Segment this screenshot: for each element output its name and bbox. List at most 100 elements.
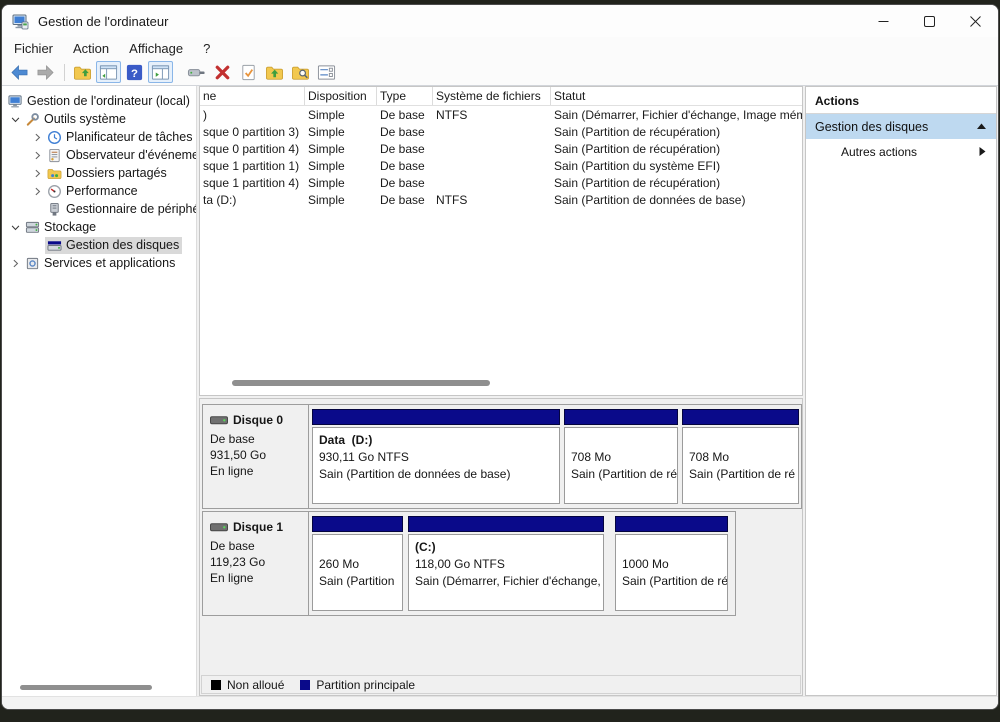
tree-item-content: Performance	[45, 183, 141, 200]
partition-color-bar	[312, 516, 403, 532]
expander-right-icon[interactable]	[30, 148, 45, 163]
scrollbar-thumb[interactable]	[20, 685, 152, 690]
folder-up-button[interactable]	[262, 61, 287, 83]
partition-block[interactable]: 260 MoSain (Partition	[312, 516, 403, 611]
column-header-2[interactable]: Disposition	[305, 87, 377, 105]
svg-text:?: ?	[131, 67, 138, 79]
partition-color-bar	[564, 409, 678, 425]
tree-item-content: Services et applications	[23, 255, 178, 272]
partition-status: Sain (Partition	[319, 573, 396, 590]
submenu-arrow-icon	[978, 146, 987, 157]
column-header-5[interactable]: Statut	[551, 87, 802, 105]
menu-item-fichier[interactable]: Fichier	[4, 39, 63, 58]
volume-cell: Simple	[305, 142, 377, 156]
rescan-disks-button[interactable]	[184, 61, 209, 83]
partition-block[interactable]: (C:)118,00 Go NTFSSain (Démarrer, Fichie…	[408, 516, 604, 611]
maximize-button[interactable]	[906, 5, 952, 37]
menu-item-affichage[interactable]: Affichage	[119, 39, 193, 58]
properties-check-button[interactable]	[236, 61, 261, 83]
tree-item-label: Observateur d'événeme	[62, 148, 197, 162]
sidebar-item-planificateur-de-t-ches[interactable]: Planificateur de tâches	[2, 128, 196, 146]
console-tree-button[interactable]	[96, 61, 121, 83]
fields-button[interactable]	[314, 61, 339, 83]
partition-block[interactable]: Data (D:)930,11 Go NTFSSain (Partition d…	[312, 409, 560, 504]
partition-block[interactable]: 708 MoSain (Partition de ré	[682, 409, 799, 504]
column-header-3[interactable]: Type	[377, 87, 433, 105]
volume-cell: Simple	[305, 108, 377, 122]
disk-status: En ligne	[210, 570, 302, 586]
expander-right-icon[interactable]	[30, 166, 45, 181]
menu-item-action[interactable]: Action	[63, 39, 119, 58]
tree-item-content: Gestionnaire de périphé	[45, 201, 197, 218]
disk-drive-icon	[210, 416, 228, 425]
partition-color-bar	[615, 516, 728, 532]
action-pane-button[interactable]	[148, 61, 173, 83]
sidebar-item-gestionnaire-de-p-riph[interactable]: Gestionnaire de périphé	[2, 200, 196, 218]
disk-name: Disque 0	[210, 412, 302, 428]
sidebar-item-performance[interactable]: Performance	[2, 182, 196, 200]
tree-item-label: Gestionnaire de périphé	[62, 202, 197, 216]
sidebar-item-outils-syst-me[interactable]: Outils système	[2, 110, 196, 128]
expander-placeholder	[30, 202, 45, 217]
volume-row[interactable]: sque 1 partition 4)SimpleDe baseSain (Pa…	[200, 174, 802, 191]
disk-label[interactable]: Disque 1De base119,23 GoEn ligne	[203, 512, 309, 615]
partition-info: 708 MoSain (Partition de ré	[564, 427, 678, 504]
up-folder-button[interactable]	[70, 61, 95, 83]
actions-panel: Actions Gestion des disques Autres actio…	[805, 86, 997, 696]
expander-right-icon[interactable]	[30, 184, 45, 199]
volume-cell: sque 0 partition 4)	[200, 142, 305, 156]
tools-icon	[24, 112, 40, 127]
volume-cell: NTFS	[433, 193, 551, 207]
volume-list-horizontal-scrollbar[interactable]	[202, 379, 800, 388]
tree-horizontal-scrollbar[interactable]	[2, 683, 196, 692]
legend-swatch	[211, 680, 221, 690]
disk-label[interactable]: Disque 0De base931,50 GoEn ligne	[203, 405, 309, 508]
volume-row[interactable]: ta (D:)SimpleDe baseNTFSSain (Partition …	[200, 191, 802, 208]
expander-down-icon[interactable]	[8, 112, 23, 127]
volume-row[interactable]: )SimpleDe baseNTFSSain (Démarrer, Fichie…	[200, 106, 802, 123]
help-button[interactable]: ?	[122, 61, 147, 83]
disk-drive-icon	[210, 523, 228, 532]
tree-item-label: Planificateur de tâches	[62, 130, 192, 144]
partition-block[interactable]: 1000 MoSain (Partition de ré	[615, 516, 728, 611]
actions-item-autres-actions[interactable]: Autres actions	[806, 139, 996, 164]
volume-row[interactable]: sque 0 partition 4)SimpleDe baseSain (Pa…	[200, 140, 802, 157]
folder-search-button[interactable]	[288, 61, 313, 83]
tree-item-content: Observateur d'événeme	[45, 147, 197, 164]
partition-block[interactable]: 708 MoSain (Partition de ré	[564, 409, 678, 504]
actions-group-header[interactable]: Gestion des disques	[806, 114, 996, 139]
expander-right-icon[interactable]	[30, 130, 45, 145]
sidebar-item-gestion-des-disques[interactable]: Gestion des disques	[2, 236, 196, 254]
partition-size: 930,11 Go NTFS	[319, 449, 553, 466]
menu-item-[interactable]: ?	[193, 39, 220, 58]
expander-down-icon[interactable]	[8, 220, 23, 235]
sidebar-item-services-et-applications[interactable]: Services et applications	[2, 254, 196, 272]
forward-button[interactable]	[33, 61, 58, 83]
close-button[interactable]	[952, 5, 998, 37]
volume-row[interactable]: sque 0 partition 3)SimpleDe baseSain (Pa…	[200, 123, 802, 140]
up-folder-icon	[73, 63, 92, 82]
sidebar-item-observateur-d-v-neme[interactable]: Observateur d'événeme	[2, 146, 196, 164]
volume-cell: ta (D:)	[200, 193, 305, 207]
sidebar-item-gestion-de-l-ordinateur-local[interactable]: Gestion de l'ordinateur (local)	[2, 92, 196, 110]
partition-info: 260 MoSain (Partition	[312, 534, 403, 611]
partitions-row: 260 MoSain (Partition(C:)118,00 Go NTFSS…	[309, 512, 735, 615]
forward-icon	[36, 63, 55, 82]
disk-management-icon	[46, 238, 62, 253]
back-button[interactable]	[7, 61, 32, 83]
sidebar-item-dossiers-partag-s[interactable]: Dossiers partagés	[2, 164, 196, 182]
partition-color-bar	[408, 516, 604, 532]
minimize-button[interactable]	[860, 5, 906, 37]
performance-icon	[46, 184, 62, 199]
scrollbar-thumb[interactable]	[232, 380, 490, 386]
volume-cell: Sain (Partition de récupération)	[551, 125, 802, 139]
column-header-4[interactable]: Système de fichiers	[433, 87, 551, 105]
partition-legend: Non allouéPartition principale	[201, 675, 801, 694]
column-header-1[interactable]: ne	[200, 87, 305, 105]
volume-row[interactable]: sque 1 partition 1)SimpleDe baseSain (Pa…	[200, 157, 802, 174]
delete-button[interactable]	[210, 61, 235, 83]
expander-right-icon[interactable]	[8, 256, 23, 271]
partition-status: Sain (Partition de données de base)	[319, 466, 553, 483]
back-icon	[10, 63, 29, 82]
sidebar-item-stockage[interactable]: Stockage	[2, 218, 196, 236]
